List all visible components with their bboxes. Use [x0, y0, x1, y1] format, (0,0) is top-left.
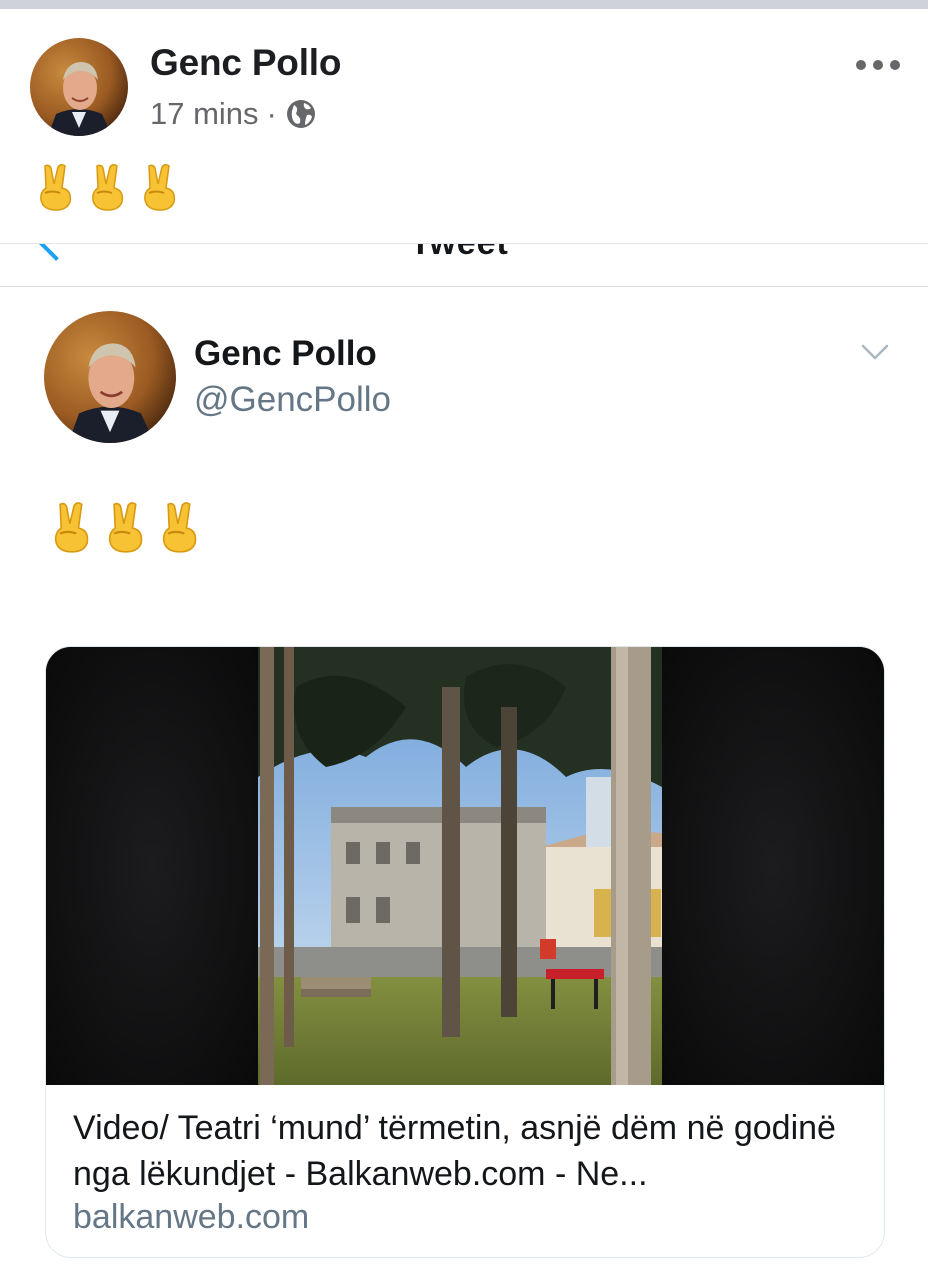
link-card-title[interactable]: Video/ Teatri ‘mund’ tërmetin, asnjë dëm… [73, 1105, 873, 1197]
post-meta: 17 mins · [150, 94, 317, 134]
tweet-text [48, 500, 204, 554]
victory-hand-icon [48, 500, 96, 554]
victory-hand-icon [156, 500, 204, 554]
tweet-header-title: Tweet [410, 243, 509, 262]
video-thumbnail[interactable] [46, 647, 884, 1085]
meta-separator: · [266, 96, 277, 131]
victory-hand-icon [138, 162, 182, 212]
tweet-author-avatar [44, 311, 176, 443]
more-options-icon[interactable] [856, 52, 900, 78]
globe-icon [285, 98, 317, 130]
author-avatar[interactable] [30, 38, 128, 136]
post-text [34, 162, 182, 212]
link-preview-card[interactable]: Video/ Teatri ‘mund’ tërmetin, asnjë dëm… [45, 646, 885, 1258]
top-divider-bar [0, 0, 928, 9]
post-timestamp[interactable]: 17 mins [150, 96, 259, 132]
tweet-screenshot-header: Tweet [0, 243, 928, 287]
link-card-domain[interactable]: balkanweb.com [73, 1198, 309, 1237]
victory-hand-icon [34, 162, 78, 212]
chevron-down-icon [860, 340, 890, 364]
victory-hand-icon [86, 162, 130, 212]
post-author-name[interactable]: Genc Pollo [150, 42, 341, 84]
tweet-author-handle: @GencPollo [194, 380, 392, 419]
tweet-author-name: Genc Pollo [194, 334, 377, 373]
victory-hand-icon [102, 500, 150, 554]
back-arrow-icon [39, 244, 73, 261]
